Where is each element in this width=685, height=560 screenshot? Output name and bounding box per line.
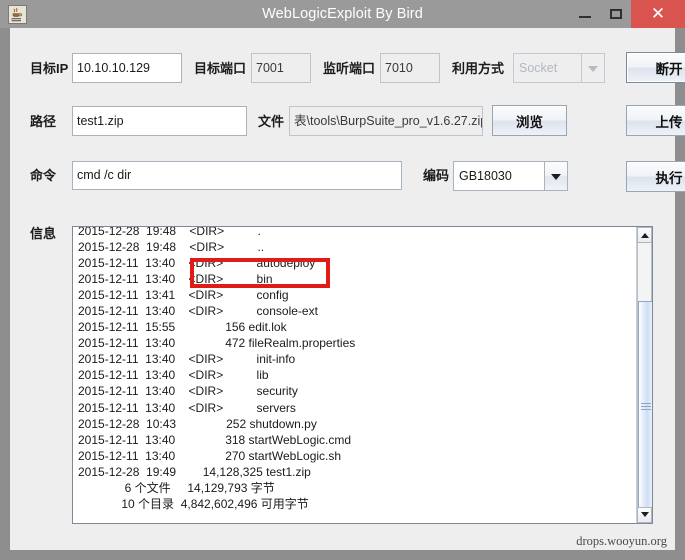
execute-button[interactable]: 执行 (626, 161, 685, 192)
info-output-area[interactable]: 2015-12-28 19:48 <DIR> . 2015-12-28 19:4… (72, 226, 653, 524)
scrollbar-track[interactable] (637, 243, 652, 513)
target-ip-input[interactable]: 10.10.10.129 (72, 53, 182, 83)
triangle-up-icon (640, 233, 649, 238)
disconnect-button[interactable]: 断开 (626, 52, 685, 83)
scrollbar-thumb[interactable] (638, 301, 652, 513)
application-window: WebLogicExploit By Bird ✕ 目标IP 10.10.10.… (0, 0, 685, 560)
minimize-button[interactable] (569, 0, 600, 28)
upload-button[interactable]: 上传 (626, 105, 685, 136)
file-label: 文件 (258, 114, 285, 129)
info-output-text: 2015-12-28 19:48 <DIR> . 2015-12-28 19:4… (78, 226, 356, 511)
scroll-up-button[interactable] (637, 227, 652, 243)
minimize-icon (569, 0, 600, 28)
path-input[interactable]: test1.zip (72, 106, 247, 136)
listen-port-label: 监听端口 (323, 61, 376, 76)
target-ip-label: 目标IP (30, 61, 69, 76)
command-input[interactable]: cmd /c dir (72, 161, 402, 190)
main-panel: 目标IP 10.10.10.129 目标端口 7001 监听端口 7010 利用… (10, 28, 685, 550)
grip-icon (640, 403, 651, 411)
command-label: 命令 (30, 168, 57, 183)
chevron-down-icon (581, 53, 605, 83)
encoding-label: 编码 (423, 168, 450, 183)
target-port-label: 目标端口 (194, 61, 247, 76)
exploit-method-value: Socket (513, 53, 581, 83)
scroll-down-button[interactable] (637, 507, 652, 523)
window-titlebar: WebLogicExploit By Bird ✕ (0, 0, 685, 28)
close-button[interactable]: ✕ (631, 0, 685, 28)
close-icon: ✕ (650, 4, 666, 24)
exploit-method-select[interactable]: Socket (513, 53, 605, 83)
info-label: 信息 (30, 226, 57, 241)
path-label: 路径 (30, 114, 57, 129)
maximize-button[interactable] (600, 0, 631, 28)
maximize-icon (600, 0, 631, 28)
encoding-select[interactable]: GB18030 (453, 161, 568, 191)
chevron-down-icon (544, 161, 568, 191)
exploit-method-label: 利用方式 (452, 61, 505, 76)
file-input[interactable]: 表\tools\BurpSuite_pro_v1.6.27.zip (289, 106, 483, 136)
listen-port-input[interactable]: 7010 (380, 53, 440, 83)
encoding-value: GB18030 (453, 161, 544, 191)
triangle-down-icon (640, 512, 649, 517)
watermark-text: drops.wooyun.org (576, 534, 667, 548)
target-port-input[interactable]: 7001 (251, 53, 311, 83)
info-scrollbar[interactable] (636, 227, 652, 523)
browse-button[interactable]: 浏览 (492, 105, 567, 136)
